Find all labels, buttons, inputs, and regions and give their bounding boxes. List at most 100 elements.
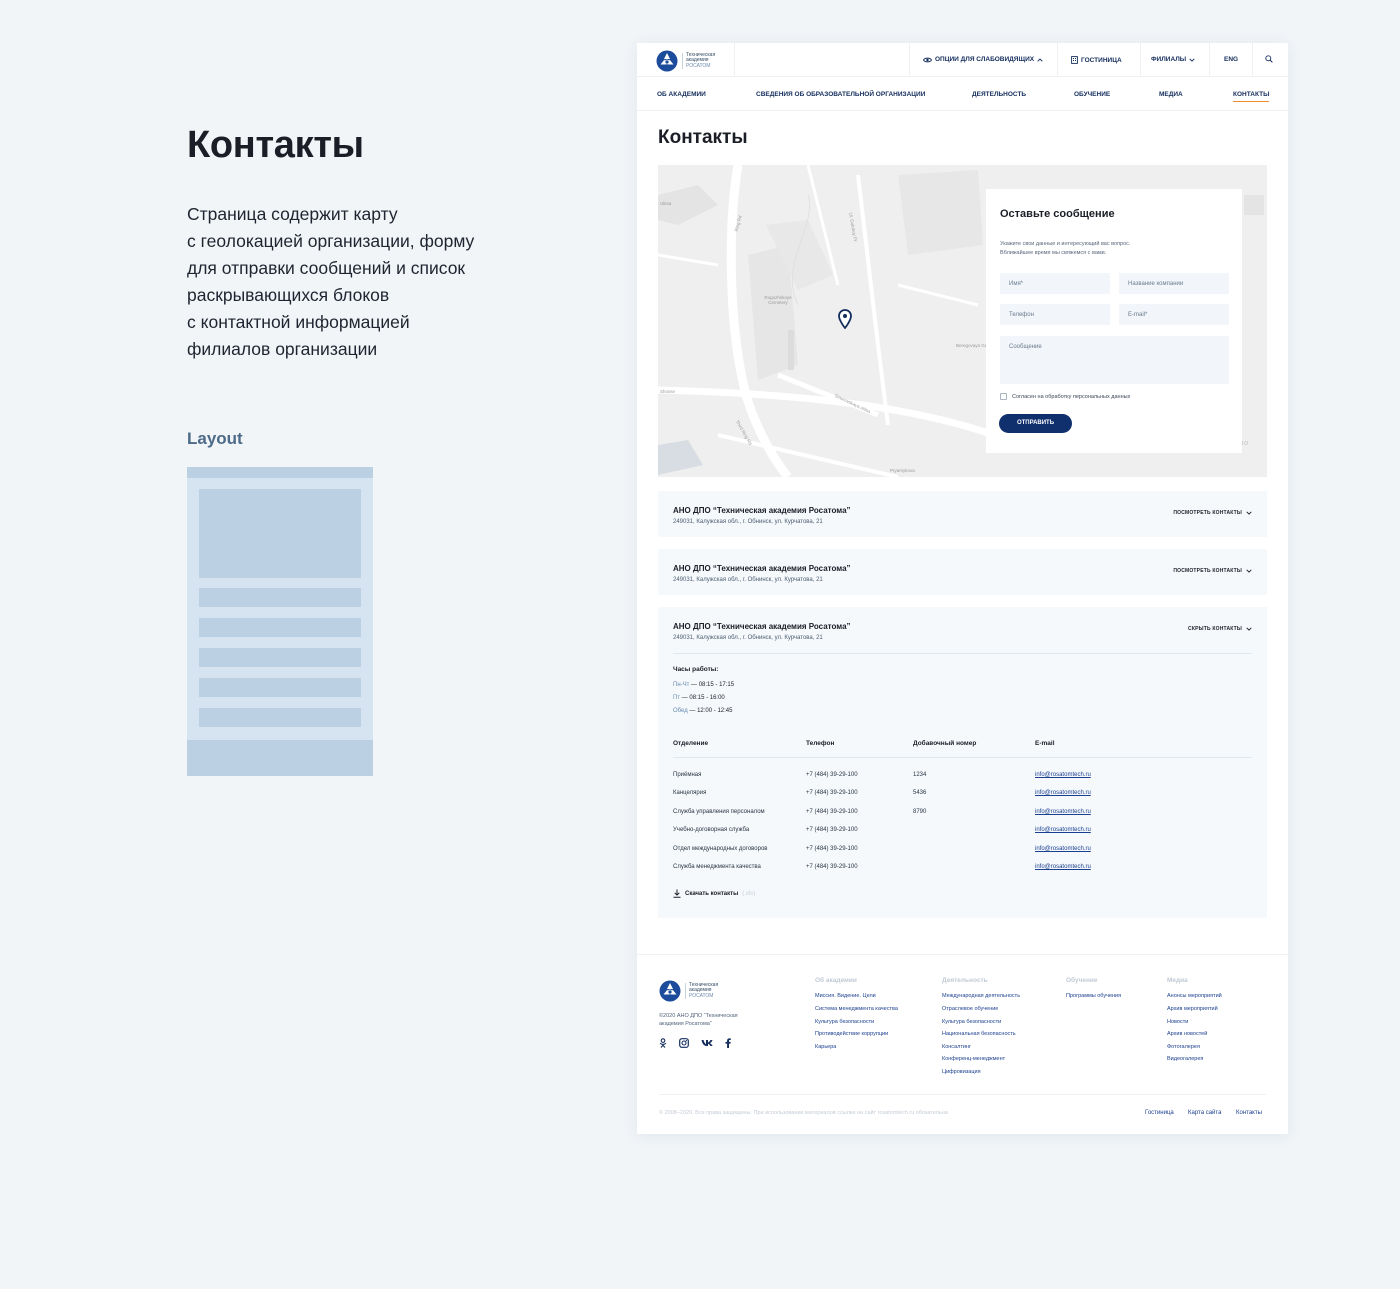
table-header: E-mail <box>1035 740 1055 747</box>
submit-button[interactable]: ОТПРАВИТЬ <box>999 414 1072 433</box>
footer-link[interactable]: Противодействие коррупции <box>815 1031 888 1037</box>
map-label: Shosse <box>660 389 676 394</box>
email-link[interactable]: info@rosatomtech.ru <box>1035 772 1091 778</box>
facebook-icon[interactable] <box>725 1038 731 1048</box>
branches-dropdown[interactable]: ФИЛИАЛЫ <box>1151 56 1195 63</box>
footer-link[interactable]: Национальная безопасность <box>942 1031 1016 1037</box>
odnoklassniki-icon[interactable] <box>659 1038 667 1048</box>
hotel-link[interactable]: ГОСТИНИЦА <box>1071 56 1122 64</box>
branch-title: АНО ДПО “Техническая академия Росатома” <box>673 564 851 573</box>
footer-hotel-link[interactable]: Гостиница <box>1145 1110 1174 1116</box>
footer-link[interactable]: Архив новостей <box>1167 1031 1207 1037</box>
logo-text: Техническая академия РОСАТОМ <box>685 982 718 1000</box>
footer-column-title: Об академии <box>815 977 857 984</box>
hours-row: Пт — 08:15 - 16:00 <box>673 695 725 701</box>
location-pin-icon[interactable] <box>838 309 852 329</box>
company-field[interactable]: Название компании <box>1119 273 1229 294</box>
email-link[interactable]: info@rosatomtech.ru <box>1035 809 1091 815</box>
email-field[interactable]: E-mail* <box>1119 304 1229 325</box>
branch-address: 249031, Калужская обл., г. Обнинск, ул. … <box>673 519 823 525</box>
map-label: Ulitsa <box>660 201 672 206</box>
rosatom-logo-icon <box>659 980 681 1002</box>
footer-column-title: Обучение <box>1066 977 1098 984</box>
footer-link[interactable]: Анонсы мероприятий <box>1167 993 1222 999</box>
wireframe-header <box>187 467 373 478</box>
footer-bottom-divider <box>659 1094 1266 1095</box>
divider <box>1140 43 1141 77</box>
building-icon <box>1071 56 1078 64</box>
footer-link[interactable]: Система менеджмента качества <box>815 1006 898 1012</box>
branch-accordion-expanded[interactable]: АНО ДПО “Техническая академия Росатома” … <box>658 607 1267 918</box>
chevron-down-icon <box>1246 569 1252 573</box>
branch-accordion[interactable]: АНО ДПО “Техническая академия Росатома” … <box>658 549 1267 595</box>
search-button[interactable] <box>1265 55 1273 63</box>
nav-media[interactable]: МЕДИА <box>1159 91 1183 98</box>
branch-accordion[interactable]: АНО ДПО “Техническая академия Росатома” … <box>658 491 1267 537</box>
footer-link[interactable]: Программы обучения <box>1066 993 1121 999</box>
layout-wireframe <box>187 467 373 776</box>
footer-link[interactable]: Культура безопасности <box>942 1019 1001 1025</box>
footer-link[interactable]: Миссия. Видение. Цели <box>815 993 876 999</box>
footer-logo[interactable]: Техническая академия РОСАТОМ <box>659 980 718 1002</box>
wireframe-row <box>199 618 361 637</box>
footer-link[interactable]: Консалтинг <box>942 1044 971 1050</box>
footer-link[interactable]: Новости <box>1167 1019 1188 1025</box>
nav-about[interactable]: ОБ АКАДЕМИИ <box>657 91 706 98</box>
branch-title: АНО ДПО “Техническая академия Росатома” <box>673 506 851 515</box>
download-contacts-link[interactable]: Скачать контакты (.xls) <box>673 889 755 898</box>
nav-activity[interactable]: ДЕЯТЕЛЬНОСТЬ <box>972 91 1026 98</box>
logo-text: Техническая академия РОСАТОМ <box>682 52 715 70</box>
instagram-icon[interactable] <box>679 1038 689 1048</box>
show-contacts-button[interactable]: ПОСМОТРЕТЬ КОНТАКТЫ <box>1173 568 1252 574</box>
nav-education[interactable]: ОБУЧЕНИЕ <box>1074 91 1110 98</box>
footer-link[interactable]: Цифровизация <box>942 1069 981 1075</box>
consent-checkbox[interactable] <box>1000 393 1007 400</box>
branch-address: 249031, Калужская обл., г. Обнинск, ул. … <box>673 577 823 583</box>
footer-link[interactable]: Карьера <box>815 1044 836 1050</box>
site-logo[interactable]: Техническая академия РОСАТОМ <box>656 50 715 72</box>
download-icon <box>673 889 681 898</box>
wireframe-map <box>199 489 361 578</box>
nav-org-info[interactable]: СВЕДЕНИЯ ОБ ОБРАЗОВАТЕЛЬНОЙ ОРГАНИЗАЦИИ <box>756 91 925 98</box>
footer-link[interactable]: Конференц-менеджмент <box>942 1056 1005 1062</box>
footer-sitemap-link[interactable]: Карта сайта <box>1188 1110 1221 1116</box>
map[interactable]: Ulitsa Ring Rd Ul. Goluboy Pr. Rogozhsko… <box>658 165 1267 477</box>
footer-column-title: Деятельность <box>942 977 988 984</box>
language-switch[interactable]: ENG <box>1224 56 1238 63</box>
divider <box>673 757 1252 758</box>
branch-title: АНО ДПО “Техническая академия Росатома” <box>673 622 851 631</box>
email-link[interactable]: info@rosatomtech.ru <box>1035 827 1091 833</box>
footer-link[interactable]: Фотогалерея <box>1167 1044 1200 1050</box>
wireframe-row <box>199 588 361 607</box>
email-link[interactable]: info@rosatomtech.ru <box>1035 864 1091 870</box>
hours-row: Обед — 12:00 - 12:45 <box>673 708 733 714</box>
accessibility-button[interactable]: ОПЦИИ ДЛЯ СЛАБОВИДЯЩИХ <box>923 56 1043 63</box>
divider <box>1252 43 1253 77</box>
form-hint: Укажите свои данные и интересующий вас в… <box>1000 241 1131 256</box>
footer-link[interactable]: Отраслевое обучение <box>942 1006 998 1012</box>
consent-checkbox-row[interactable]: Согласен на обработку персональных данны… <box>1000 393 1130 400</box>
footer-link[interactable]: Культура безопасности <box>815 1019 874 1025</box>
footer-link[interactable]: Видеогалерея <box>1167 1056 1203 1062</box>
email-link[interactable]: info@rosatomtech.ru <box>1035 790 1091 796</box>
footer-contacts-link[interactable]: Контакты <box>1236 1110 1262 1116</box>
footer-link[interactable]: Международная деятельность <box>942 993 1020 999</box>
vk-icon[interactable] <box>701 1039 713 1047</box>
form-title: Оставьте сообщение <box>1000 208 1115 220</box>
email-link[interactable]: info@rosatomtech.ru <box>1035 846 1091 852</box>
divider <box>1057 43 1058 77</box>
map-label: Pryamykova <box>890 468 915 473</box>
message-field[interactable]: Сообщение <box>1000 336 1229 384</box>
footer-link[interactable]: Архив мероприятий <box>1167 1006 1218 1012</box>
chevron-down-icon <box>1246 511 1252 515</box>
footer-divider <box>637 954 1288 955</box>
page-title: Контакты <box>658 127 748 148</box>
branch-address: 249031, Калужская обл., г. Обнинск, ул. … <box>673 635 823 641</box>
nav-contacts[interactable]: КОНТАКТЫ <box>1233 91 1270 102</box>
name-field[interactable]: Имя* <box>1000 273 1110 294</box>
show-contacts-button[interactable]: ПОСМОТРЕТЬ КОНТАКТЫ <box>1173 510 1252 516</box>
chevron-down-icon <box>1189 57 1195 62</box>
phone-field[interactable]: Телефон <box>1000 304 1110 325</box>
wireframe-row <box>199 678 361 697</box>
hide-contacts-button[interactable]: СКРЫТЬ КОНТАКТЫ <box>1188 626 1252 632</box>
